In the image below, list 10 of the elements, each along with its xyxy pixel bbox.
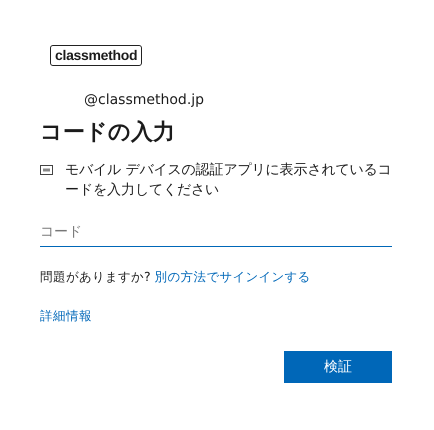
number-code-icon	[40, 165, 53, 175]
instruction-text: モバイル デバイスの認証アプリに表示されているコードを入力してください	[65, 161, 392, 200]
page-title: コードの入力	[40, 119, 176, 147]
more-info-link[interactable]: 詳細情報	[40, 308, 92, 325]
logo: classmethod	[50, 45, 142, 66]
code-field[interactable]: コード	[40, 218, 392, 247]
sign-in-another-way-link[interactable]: 別の方法でサインインする	[154, 269, 311, 284]
help-text: 問題がありますか? 別の方法でサインインする	[40, 269, 312, 286]
account-email: @classmethod.jp	[84, 92, 206, 108]
verify-button[interactable]: 検証	[284, 351, 392, 383]
